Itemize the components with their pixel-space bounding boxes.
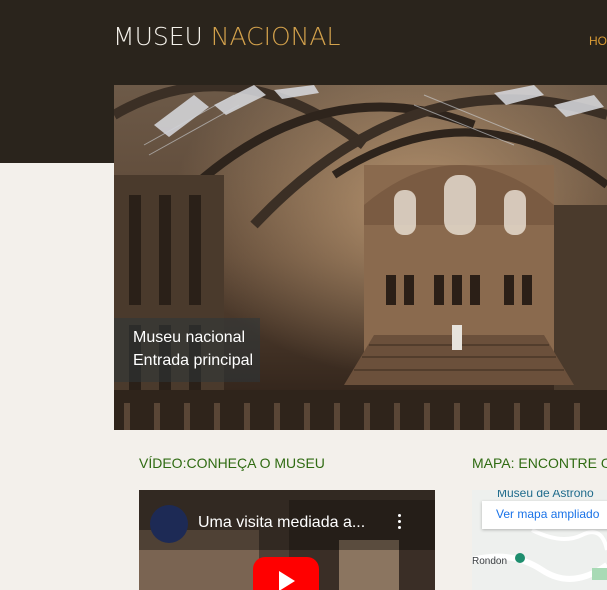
play-icon	[279, 571, 295, 590]
video-title[interactable]: Uma visita mediada a...	[198, 514, 365, 532]
map-link-card: Ver mapa ampliado	[482, 501, 607, 529]
map-place-name: Museu de Astrono	[497, 490, 594, 500]
logo-accent-text: NACIONAL	[210, 22, 341, 51]
map-street-label: Rondon	[472, 556, 508, 567]
site-logo[interactable]: MUSEU NACIONAL	[113, 22, 340, 51]
logo-main-text: MUSEU	[113, 22, 211, 51]
nav-home-link[interactable]: HO	[589, 34, 607, 48]
more-options-icon[interactable]	[395, 514, 403, 534]
hero-caption: Museu nacional Entrada principal	[114, 318, 260, 382]
video-section-heading: VÍDEO:CONHEÇA O MUSEU	[139, 455, 325, 471]
view-larger-map-link[interactable]: Ver mapa ampliado	[496, 507, 599, 521]
map-embed[interactable]: Museu de Astrono Ver mapa ampliado Rondo…	[472, 490, 607, 590]
caption-subtitle: Entrada principal	[133, 352, 254, 369]
play-button[interactable]	[253, 557, 319, 590]
map-section-heading: MAPA: ENCONTRE O	[472, 455, 607, 471]
channel-logo-icon[interactable]	[150, 505, 188, 543]
caption-title: Museu nacional	[133, 329, 246, 346]
video-embed[interactable]: Uma visita mediada a...	[139, 490, 435, 590]
